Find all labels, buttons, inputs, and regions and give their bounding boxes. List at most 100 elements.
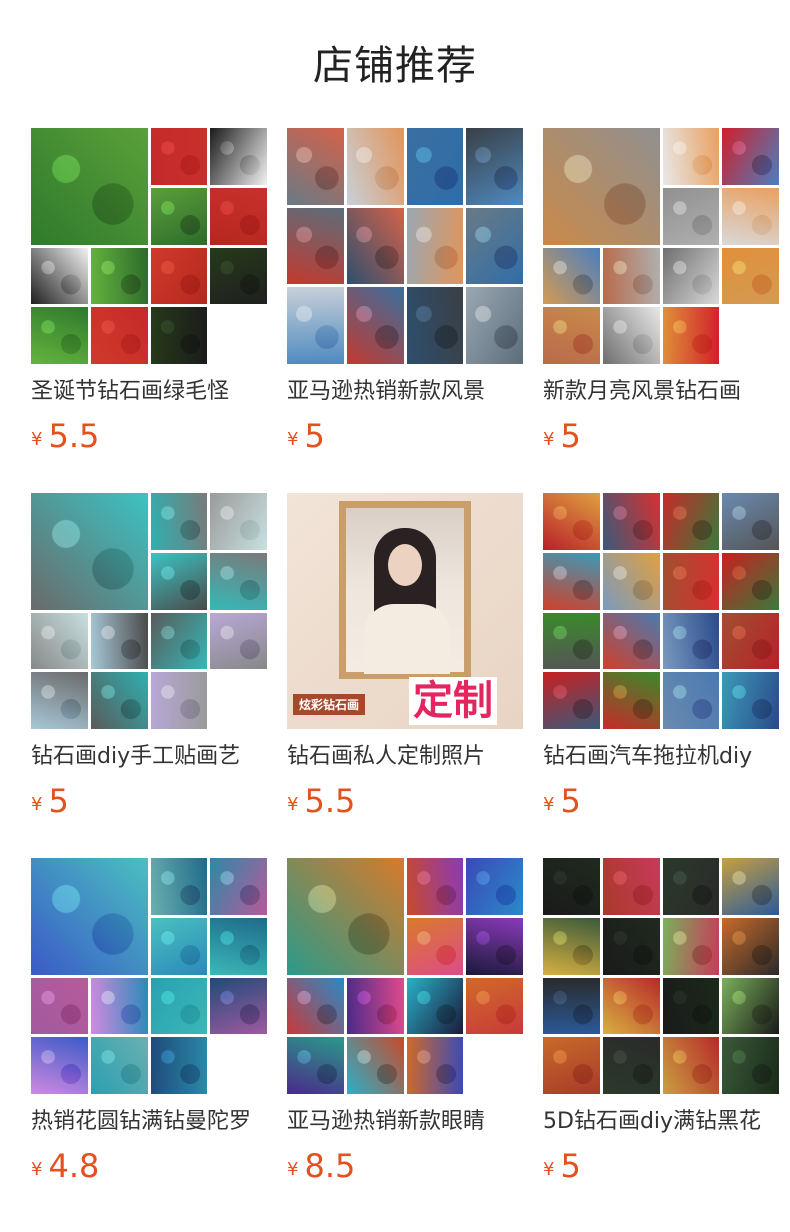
thumbnail-tile xyxy=(543,247,600,305)
thumbnail-tile xyxy=(543,672,600,729)
price-value: 5 xyxy=(560,782,581,820)
thumbnail-tile xyxy=(90,307,148,364)
product-card[interactable]: 钻石画汽车拖拉机diy ¥5 xyxy=(543,493,779,820)
price-value: 5 xyxy=(560,1147,581,1185)
thumbnail-tile xyxy=(150,977,208,1035)
product-card[interactable]: 炫彩钻石画 定制钻石画私人定制照片 ¥5.5 xyxy=(287,493,523,820)
thumbnail-tile xyxy=(150,612,208,670)
thumbnail-tile xyxy=(662,493,720,550)
product-name[interactable]: 亚马逊热销新款眼睛 xyxy=(287,1107,523,1137)
thumbnail-tile xyxy=(31,858,148,975)
thumbnail-tile xyxy=(31,612,88,670)
product-card[interactable]: 5D钻石画diy满钻黑花 ¥5 xyxy=(543,858,779,1185)
thumbnail-tile xyxy=(150,493,208,550)
thumbnail-tile xyxy=(602,917,660,975)
price-value: 5.5 xyxy=(304,782,356,820)
thumbnail-tile xyxy=(543,917,600,975)
product-name[interactable]: 钻石画私人定制照片 xyxy=(287,742,523,772)
currency-symbol: ¥ xyxy=(543,794,555,815)
product-name[interactable]: 圣诞节钻石画绿毛怪 xyxy=(31,377,267,407)
thumbnail-tile xyxy=(602,307,660,364)
product-name[interactable]: 新款月亮风景钻石画 xyxy=(543,377,779,407)
currency-symbol: ¥ xyxy=(31,794,43,815)
thumbnail-tile xyxy=(602,552,660,610)
thumbnail-tile xyxy=(346,128,404,205)
product-name[interactable]: 钻石画diy手工贴画艺 xyxy=(31,742,267,772)
thumbnail-tile xyxy=(722,858,779,915)
thumbnail-tile xyxy=(602,672,660,729)
thumbnail-tile xyxy=(346,287,404,364)
custom-portrait-image[interactable]: 炫彩钻石画 定制 xyxy=(287,493,523,729)
thumbnail-tile xyxy=(722,1037,779,1094)
product-card[interactable]: 热销花圆钻满钻曼陀罗 ¥4.8 xyxy=(31,858,267,1185)
vintage-truck-image[interactable] xyxy=(543,493,779,729)
moon-landscape-image[interactable] xyxy=(543,128,779,364)
thumbnail-tile xyxy=(722,672,779,729)
product-name[interactable]: 钻石画汽车拖拉机diy xyxy=(543,742,779,772)
product-card[interactable]: 新款月亮风景钻石画 ¥5 xyxy=(543,128,779,455)
psychedelic-eye-image[interactable] xyxy=(287,858,523,1094)
thumbnail-tile xyxy=(602,977,660,1035)
thumbnail-tile xyxy=(287,977,344,1035)
product-name[interactable]: 热销花圆钻满钻曼陀罗 xyxy=(31,1107,267,1137)
thumbnail-tile xyxy=(31,128,148,245)
thumbnail-tile xyxy=(466,917,523,975)
figure-face xyxy=(388,544,422,586)
product-card[interactable]: 钻石画diy手工贴画艺 ¥5 xyxy=(31,493,267,820)
product-name[interactable]: 5D钻石画diy满钻黑花 xyxy=(543,1107,779,1137)
product-card[interactable]: 亚马逊热销新款风景 ¥5 xyxy=(287,128,523,455)
thumbnail-tile xyxy=(466,128,523,205)
product-price: ¥5.5 xyxy=(287,782,523,820)
thumbnail-tile xyxy=(287,1037,344,1094)
thumbnail-tile xyxy=(31,977,88,1035)
product-name[interactable]: 亚马逊热销新款风景 xyxy=(287,377,523,407)
thumbnail-tile xyxy=(31,493,148,610)
product-price: ¥5 xyxy=(31,782,267,820)
black-flower-moth-image[interactable] xyxy=(543,858,779,1094)
thumbnail-tile xyxy=(662,307,720,364)
thumbnail-tile xyxy=(210,977,267,1035)
thumbnail-tile xyxy=(543,1037,600,1094)
currency-symbol: ¥ xyxy=(31,429,43,450)
thumbnail-tile xyxy=(543,307,600,364)
price-value: 5 xyxy=(48,782,69,820)
price-value: 5.5 xyxy=(48,417,100,455)
product-price: ¥4.8 xyxy=(31,1147,267,1185)
thumbnail-tile xyxy=(90,672,148,729)
thumbnail-tile xyxy=(722,128,779,185)
thumbnail-tile xyxy=(150,672,208,729)
grinch-christmas-image[interactable] xyxy=(31,128,267,364)
thumbnail-tile xyxy=(150,307,208,364)
thumbnail-tile xyxy=(662,917,720,975)
thumbnail-tile xyxy=(287,858,404,975)
thumbnail-tile xyxy=(662,672,720,729)
price-value: 5 xyxy=(304,417,325,455)
figure-body xyxy=(364,604,450,674)
thumbnail-tile xyxy=(543,128,660,245)
thumbnail-tile xyxy=(210,612,267,670)
thumbnail-tile xyxy=(662,612,720,670)
thumbnail-tile xyxy=(150,1037,208,1094)
teal-flower-image[interactable] xyxy=(31,493,267,729)
currency-symbol: ¥ xyxy=(287,1159,299,1180)
brand-tag: 炫彩钻石画 xyxy=(293,694,366,715)
product-price: ¥5 xyxy=(543,1147,779,1185)
product-card[interactable]: 亚马逊热销新款眼睛 ¥8.5 xyxy=(287,858,523,1185)
thumbnail-tile xyxy=(662,858,720,915)
thumbnail-tile xyxy=(150,858,208,915)
mandala-image[interactable] xyxy=(31,858,267,1094)
thumbnail-tile xyxy=(31,672,88,729)
thumbnail-tile xyxy=(466,287,523,364)
thumbnail-tile xyxy=(406,207,464,285)
thumbnail-tile xyxy=(406,128,464,205)
thumbnail-tile xyxy=(90,247,148,305)
currency-symbol: ¥ xyxy=(287,794,299,815)
thumbnail-tile xyxy=(466,977,523,1035)
lighthouse-image[interactable] xyxy=(287,128,523,364)
thumbnail-tile xyxy=(210,493,267,550)
thumbnail-tile xyxy=(406,917,464,975)
thumbnail-tile xyxy=(662,247,720,305)
thumbnail-tile xyxy=(150,128,208,185)
product-card[interactable]: 圣诞节钻石画绿毛怪 ¥5.5 xyxy=(31,128,267,455)
thumbnail-tile xyxy=(406,977,464,1035)
